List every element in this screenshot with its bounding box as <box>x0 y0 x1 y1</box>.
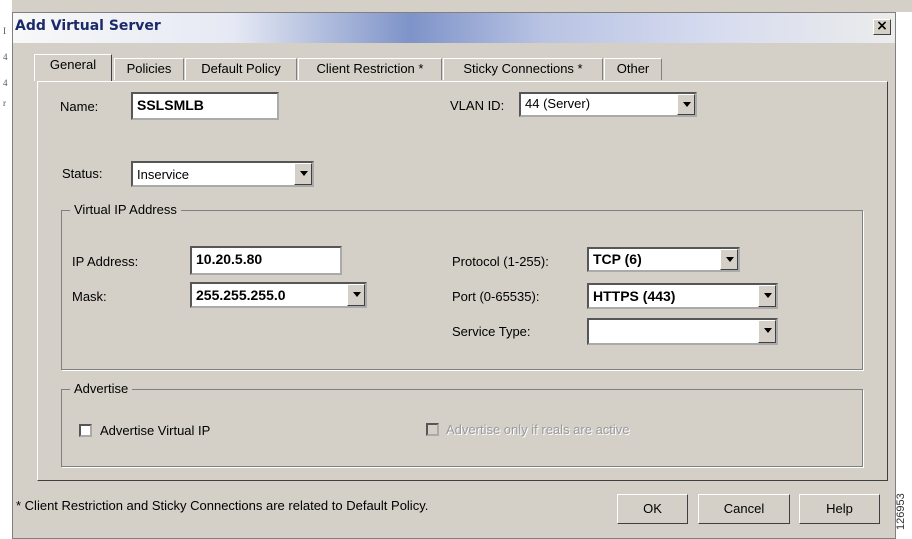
status-value: Inservice <box>137 167 190 182</box>
vlan-id-dropdown[interactable]: 44 (Server) <box>519 92 697 117</box>
mask-label: Mask: <box>72 289 107 304</box>
edge-mark: 4 <box>3 52 8 62</box>
edge-mark: r <box>3 98 6 108</box>
dialog-title: Add Virtual Server <box>15 18 161 34</box>
port-value: HTTPS (443) <box>593 288 676 304</box>
advertise-only-if-active-checkbox <box>426 423 439 436</box>
name-field[interactable]: SSLSMLB <box>131 92 279 120</box>
background-window-edge: I 4 4 r <box>0 0 12 539</box>
edge-mark: I <box>3 26 6 36</box>
advertise-virtual-ip-checkbox[interactable] <box>79 424 92 437</box>
service-type-label: Service Type: <box>452 324 531 339</box>
title-bar[interactable]: Add Virtual Server × <box>13 13 895 43</box>
port-label: Port (0-65535): <box>452 289 540 304</box>
tab-general[interactable]: General <box>34 54 112 81</box>
tab-default-policy[interactable]: Default Policy <box>185 58 297 80</box>
tab-label: General <box>49 57 97 72</box>
vlan-id-label: VLAN ID: <box>450 98 505 113</box>
tab-policies[interactable]: Policies <box>114 58 184 80</box>
virtual-ip-group-title: Virtual IP Address <box>70 202 181 217</box>
close-icon: × <box>876 18 888 34</box>
chevron-down-icon[interactable] <box>294 163 312 185</box>
figure-id: 126953 <box>895 493 907 530</box>
tab-other[interactable]: Other <box>604 58 662 80</box>
ok-button[interactable]: OK <box>617 494 688 524</box>
tab-label: Client Restriction * <box>316 61 424 76</box>
tab-sticky-connections[interactable]: Sticky Connections * <box>443 58 603 80</box>
protocol-value: TCP (6) <box>593 251 642 267</box>
help-button[interactable]: Help <box>799 494 880 524</box>
advertise-virtual-ip-label[interactable]: Advertise Virtual IP <box>100 423 210 438</box>
protocol-dropdown[interactable]: TCP (6) <box>587 247 740 272</box>
tab-label: Other <box>616 61 650 76</box>
advertise-only-if-active-label: Advertise only if reals are active <box>446 422 630 437</box>
mask-value: 255.255.255.0 <box>196 287 286 303</box>
tab-label: Default Policy <box>201 61 281 76</box>
service-type-dropdown[interactable] <box>587 318 778 345</box>
status-dropdown[interactable]: Inservice <box>131 161 314 187</box>
chevron-down-icon[interactable] <box>758 285 776 307</box>
chevron-down-icon[interactable] <box>758 320 776 343</box>
ip-address-label: IP Address: <box>72 254 139 269</box>
chevron-down-icon[interactable] <box>677 94 695 115</box>
ip-address-field[interactable]: 10.20.5.80 <box>190 246 342 275</box>
chevron-down-icon[interactable] <box>347 284 365 306</box>
mask-dropdown[interactable]: 255.255.255.0 <box>190 282 367 308</box>
tab-label: Policies <box>126 61 172 76</box>
advertise-group-title: Advertise <box>70 381 133 396</box>
chevron-down-icon[interactable] <box>720 249 738 270</box>
port-dropdown[interactable]: HTTPS (443) <box>587 283 778 309</box>
cancel-button[interactable]: Cancel <box>698 494 790 524</box>
protocol-label: Protocol (1-255): <box>452 254 549 269</box>
tab-client-restriction[interactable]: Client Restriction * <box>298 58 442 80</box>
vlan-id-value: 44 (Server) <box>525 96 591 111</box>
background-window-strip <box>0 0 912 12</box>
edge-mark: 4 <box>3 78 8 88</box>
name-label: Name: <box>60 99 99 114</box>
close-button[interactable]: × <box>873 19 891 35</box>
footnote: * Client Restriction and Sticky Connecti… <box>16 498 429 513</box>
tab-label: Sticky Connections * <box>463 61 583 76</box>
status-label: Status: <box>62 166 103 181</box>
